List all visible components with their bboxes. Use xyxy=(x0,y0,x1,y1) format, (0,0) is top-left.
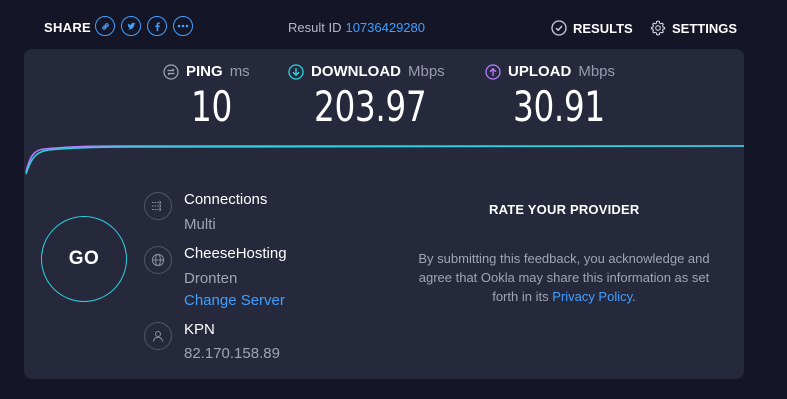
share-label: SHARE xyxy=(44,20,92,35)
ping-label: PING xyxy=(186,63,223,80)
gear-icon xyxy=(650,20,666,36)
upload-label: UPLOAD xyxy=(508,63,572,80)
ping-metric: PING ms 10 xyxy=(163,63,250,130)
upload-unit: Mbps xyxy=(578,63,616,80)
rate-provider-title: RATE YOUR PROVIDER xyxy=(489,202,640,217)
connections-value: Multi xyxy=(184,216,216,233)
rate-provider-suffix: . xyxy=(632,289,636,304)
download-arrow-icon xyxy=(288,63,304,80)
user-icon xyxy=(144,322,172,350)
settings-button[interactable]: SETTINGS xyxy=(650,20,737,36)
upload-value: 30.91 xyxy=(513,82,605,131)
privacy-policy-link[interactable]: Privacy Policy xyxy=(552,289,632,304)
connections-icon xyxy=(144,192,172,220)
ping-value: 10 xyxy=(191,82,232,131)
facebook-icon[interactable] xyxy=(147,16,167,36)
download-label: DOWNLOAD xyxy=(311,63,401,80)
results-panel: PING ms 10 DOWNLOAD Mbps 203.97 UPLOAD M… xyxy=(24,49,744,379)
upload-metric: UPLOAD Mbps 30.91 xyxy=(485,63,631,130)
server-location: Dronten xyxy=(184,270,238,287)
result-id-label: Result ID xyxy=(288,20,342,35)
settings-label: SETTINGS xyxy=(672,20,738,36)
go-button[interactable]: GO xyxy=(41,216,127,302)
result-id: Result ID 10736429280 xyxy=(288,20,425,35)
upload-arrow-icon xyxy=(485,63,501,80)
rate-provider-text: By submitting this feedback, you acknowl… xyxy=(404,249,724,306)
results-button[interactable]: RESULTS xyxy=(551,20,633,36)
share-icons xyxy=(95,16,193,36)
more-icon[interactable] xyxy=(173,16,193,36)
ping-unit: ms xyxy=(229,63,250,80)
server-name: CheeseHosting xyxy=(184,245,287,262)
connections-title: Connections xyxy=(184,191,268,208)
top-bar: SHARE Result ID 10736429280 RESULTS SETTI… xyxy=(0,0,787,50)
download-graph-line xyxy=(25,145,744,175)
upload-graph-line xyxy=(25,145,744,173)
ping-icon xyxy=(163,63,179,80)
download-metric: DOWNLOAD Mbps 203.97 xyxy=(288,63,458,130)
link-icon[interactable] xyxy=(95,16,115,36)
change-server-link[interactable]: Change Server xyxy=(184,292,285,309)
globe-icon xyxy=(144,246,172,274)
check-circle-icon xyxy=(551,20,567,36)
results-label: RESULTS xyxy=(573,20,633,36)
download-value: 203.97 xyxy=(314,82,427,131)
speed-graph xyxy=(25,145,744,175)
download-unit: Mbps xyxy=(408,63,445,80)
isp-name: KPN xyxy=(184,321,215,338)
twitter-icon[interactable] xyxy=(121,16,141,36)
result-id-link[interactable]: 10736429280 xyxy=(345,20,425,35)
isp-ip: 82.170.158.89 xyxy=(184,345,280,362)
